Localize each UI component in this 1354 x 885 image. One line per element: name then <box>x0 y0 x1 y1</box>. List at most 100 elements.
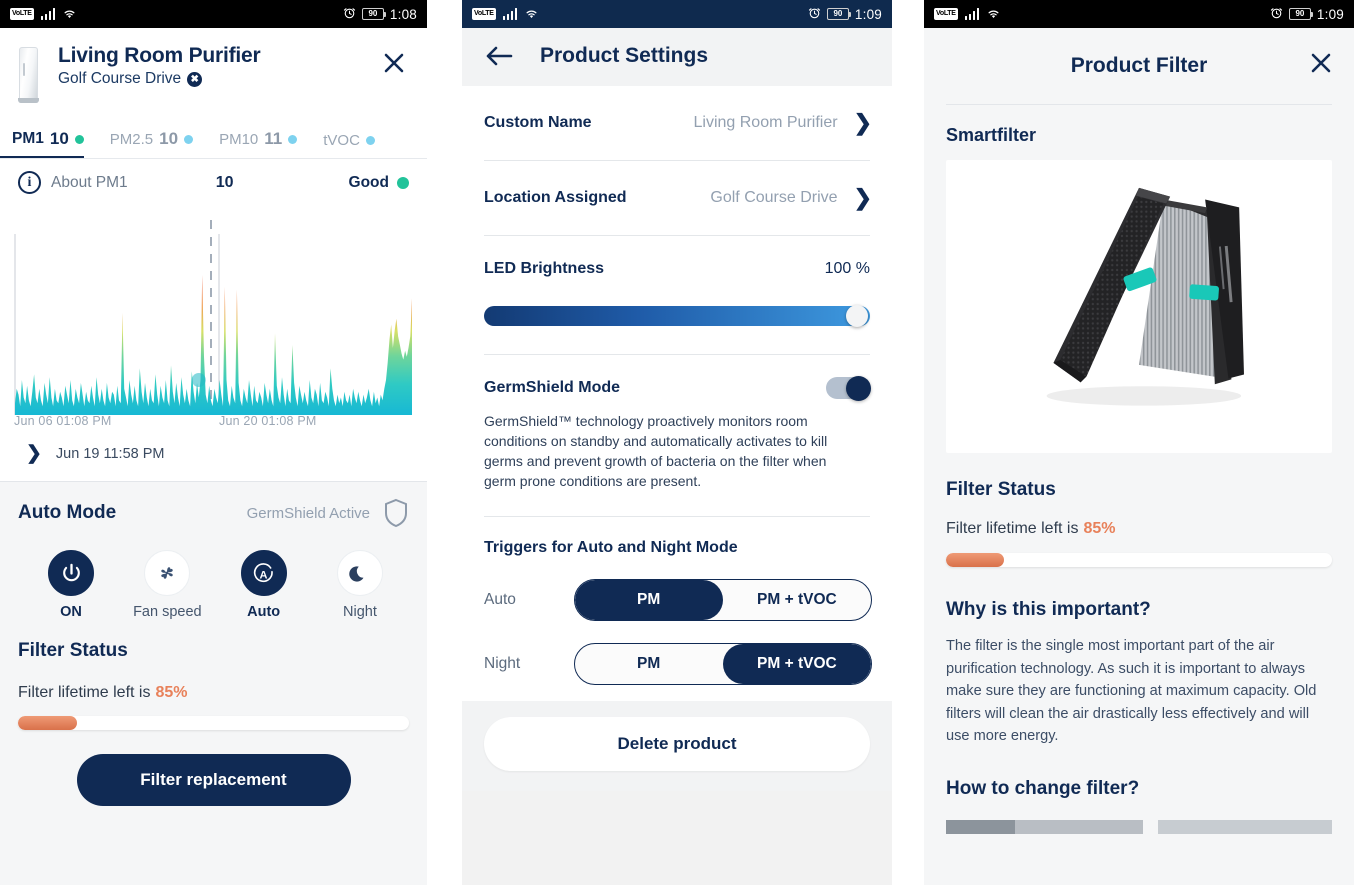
mode-label: Fan speed <box>133 604 202 620</box>
germshield-header: GermShield Mode <box>484 376 871 401</box>
air-purifier-icon <box>14 47 44 103</box>
pm-history-chart[interactable]: Jun 06 01:08 PM Jun 20 01:08 PM <box>0 212 427 434</box>
triggers-title: Triggers for Auto and Night Mode <box>484 538 738 556</box>
chevron-right-icon[interactable]: ❯ <box>854 187 872 209</box>
filter-progress-bar <box>946 553 1332 567</box>
tab-tvoc[interactable]: tVOC <box>323 132 388 158</box>
wifi-icon <box>62 8 77 20</box>
clock-time: 1:08 <box>389 6 417 22</box>
mode-buttons[interactable]: ON Fan speed A Auto Night <box>18 528 409 620</box>
why-important-body: The filter is the single most important … <box>946 638 1317 745</box>
setting-value: Golf Course Drive <box>710 189 838 206</box>
panel-gap <box>427 0 462 885</box>
led-brightness-value: 100 % <box>824 260 870 277</box>
status-bar-right-icons: 90 1:09 <box>1270 6 1344 22</box>
filter-replacement-button[interactable]: Filter replacement <box>76 754 351 806</box>
filter-lifetime-prefix: Filter lifetime left is <box>18 684 151 701</box>
trigger-row-auto: Auto PM PM + tVOC <box>484 578 872 621</box>
led-brightness-label: LED Brightness <box>484 260 605 277</box>
status-dot <box>365 136 375 145</box>
device-location: Golf Course Drive ✖ <box>58 70 379 88</box>
trigger-segmented-night[interactable]: PM PM + tVOC <box>573 642 872 685</box>
germshield-toggle[interactable] <box>826 376 871 401</box>
page-title: Living Room Purifier <box>58 44 261 67</box>
tab-pm25[interactable]: PM2.5 10 <box>110 129 206 158</box>
mode-button-on[interactable]: ON <box>32 550 110 620</box>
metric-tabs[interactable]: PM1 10 PM2.5 10 PM10 11 tVOC <box>0 129 427 158</box>
chevron-right-icon[interactable]: ❯ <box>854 112 872 134</box>
auto-mode-title: Auto Mode <box>18 502 117 523</box>
alarm-clock-icon <box>343 6 356 22</box>
germshield-description: GermShield™ technology proactively monit… <box>484 413 828 489</box>
signal-bars-icon <box>502 8 518 20</box>
status-bar-left-icons: VoLTE <box>472 8 539 20</box>
mode-button-auto[interactable]: A Auto <box>225 550 303 620</box>
tab-pm10[interactable]: PM10 11 <box>219 129 310 158</box>
back-arrow-icon[interactable] <box>484 44 514 68</box>
filter-lifetime-prefix: Filter lifetime left is <box>946 520 1079 537</box>
chart-date-nav[interactable]: ❯ Jun 19 11:58 PM <box>0 434 427 481</box>
device-header: Living Room Purifier Golf Course Drive ✖ <box>0 28 427 103</box>
fan-icon <box>144 550 191 596</box>
about-metric-value: 10 <box>215 173 234 191</box>
close-icon[interactable] <box>1306 48 1336 78</box>
delete-product-button[interactable]: Delete product <box>484 716 870 771</box>
air-quality-label: Good <box>348 173 389 191</box>
app-screenshot: VoLTE 90 1:08 Living Room Purifier Golf … <box>0 0 1354 885</box>
germshield-label: GermShield Mode <box>484 379 621 396</box>
about-metric-row[interactable]: i About PM1 10 Good <box>0 159 427 206</box>
signal-bars-icon <box>964 8 980 20</box>
info-icon[interactable]: i <box>18 171 41 194</box>
filter-status-title: Filter Status <box>946 479 1056 500</box>
mode-button-night[interactable]: Night <box>321 550 399 620</box>
filter-illustration <box>1046 187 1244 406</box>
segment-option-pm[interactable]: PM <box>575 644 723 684</box>
chart-x-tick-end: Jun 20 01:08 PM <box>219 414 317 428</box>
auto-mode-row: Auto Mode GermShield Active <box>18 498 409 528</box>
signal-bars-icon <box>40 8 56 20</box>
status-dot <box>288 134 298 144</box>
trigger-row-night: Night PM PM + tVOC <box>484 642 872 685</box>
why-important-title: Why is this important? <box>946 599 1151 620</box>
trigger-label: Auto <box>484 590 516 608</box>
germshield-status-label: GermShield Active <box>246 504 370 522</box>
toggle-knob <box>846 376 871 401</box>
volte-icon: VoLTE <box>934 8 958 20</box>
filter-lifetime-value: 85% <box>155 684 188 701</box>
filter-name: Smartfilter <box>946 125 1037 145</box>
page-title: Product Settings <box>540 44 709 67</box>
trigger-segmented-auto[interactable]: PM PM + tVOC <box>573 578 872 621</box>
status-badge: Good <box>349 174 409 192</box>
filter-progress-fill <box>946 553 1004 567</box>
tab-label: PM10 <box>219 130 259 148</box>
setting-row-location-assigned[interactable]: Location Assigned Golf Course Drive ❯ <box>462 161 892 235</box>
slider-handle[interactable] <box>846 305 868 327</box>
panel-gap <box>892 0 924 885</box>
close-icon[interactable] <box>379 48 409 78</box>
status-bar-right-icons: 90 1:09 <box>808 6 882 22</box>
led-brightness-slider[interactable] <box>484 305 870 327</box>
segment-option-pm-tvoc[interactable]: PM + tVOC <box>723 580 871 620</box>
settings-header: Product Settings <box>462 28 892 86</box>
how-to-change-media-strip[interactable] <box>946 820 1332 835</box>
page-title: Product Filter <box>1070 54 1208 77</box>
setting-row-custom-name[interactable]: Custom Name Living Room Purifier ❯ <box>462 86 892 160</box>
filter-lifetime-row: Filter lifetime left is 85% <box>18 684 409 702</box>
filter-lifetime-row: Filter lifetime left is 85% <box>946 520 1332 538</box>
panel-product-settings: VoLTE 90 1:09 Product Settings Custom Na… <box>462 0 892 885</box>
segment-option-pm[interactable]: PM <box>574 579 723 620</box>
power-icon <box>48 550 94 596</box>
device-controls: Auto Mode GermShield Active ON Fan speed… <box>0 481 427 885</box>
alarm-clock-icon <box>808 6 821 22</box>
triggers-section: Triggers for Auto and Night Mode Auto PM… <box>462 517 892 701</box>
segment-option-pm-tvoc[interactable]: PM + tVOC <box>722 643 871 684</box>
chevron-right-icon[interactable]: ❯ <box>26 442 42 465</box>
mode-label: Night <box>343 604 377 620</box>
status-bar-right: VoLTE 90 1:09 <box>924 0 1354 28</box>
volte-icon: VoLTE <box>10 8 34 20</box>
filter-progress-fill <box>18 716 77 730</box>
air-filter-product-image <box>946 160 1332 453</box>
moon-icon <box>336 550 383 596</box>
tab-pm1[interactable]: PM1 10 <box>0 129 97 158</box>
mode-button-fan-speed[interactable]: Fan speed <box>128 550 206 620</box>
